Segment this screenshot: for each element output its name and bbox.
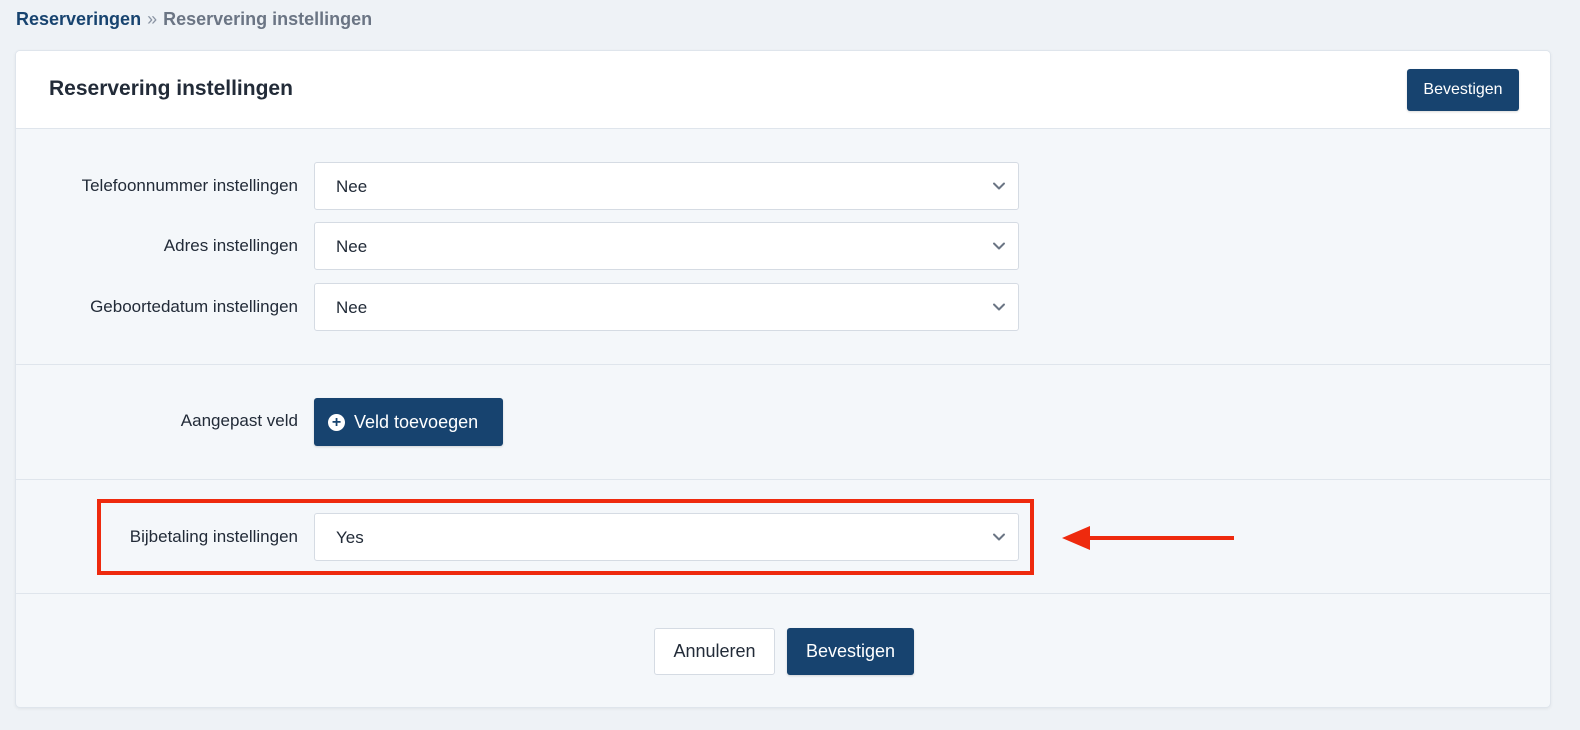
confirm-button[interactable]: Bevestigen — [787, 628, 914, 675]
birthdate-settings-row: Geboortedatum instellingen Nee — [16, 283, 1550, 331]
chevron-down-icon — [993, 242, 1005, 250]
breadcrumb: Reserveringen » Reservering instellingen — [16, 8, 372, 30]
birthdate-settings-select[interactable]: Nee — [314, 283, 1019, 331]
settings-card: Reservering instellingen Bevestigen Tele… — [15, 50, 1551, 708]
birthdate-settings-label: Geboortedatum instellingen — [90, 297, 298, 316]
chevron-down-icon — [993, 303, 1005, 311]
plus-circle-icon: + — [328, 413, 345, 431]
breadcrumb-separator: » — [147, 9, 158, 29]
contact-settings-section: Telefoonnummer instellingen Nee Adres in… — [16, 129, 1550, 365]
header-confirm-button[interactable]: Bevestigen — [1407, 69, 1519, 111]
annotation-arrow-icon — [1062, 526, 1234, 550]
surcharge-settings-row: Bijbetaling instellingen Yes — [16, 513, 1550, 561]
card-header: Reservering instellingen Bevestigen — [16, 51, 1550, 129]
custom-field-section: Aangepast veld + Veld toevoegen — [16, 365, 1550, 480]
chevron-down-icon — [993, 533, 1005, 541]
breadcrumb-current: Reservering instellingen — [163, 9, 373, 29]
phone-settings-value: Nee — [336, 177, 368, 196]
phone-settings-row: Telefoonnummer instellingen Nee — [16, 162, 1550, 210]
address-settings-label: Adres instellingen — [163, 236, 298, 255]
phone-settings-select[interactable]: Nee — [314, 162, 1019, 210]
surcharge-settings-label: Bijbetaling instellingen — [129, 527, 298, 546]
address-settings-value: Nee — [336, 237, 368, 256]
add-field-button-label: Veld toevoegen — [354, 411, 479, 432]
birthdate-settings-value: Nee — [336, 298, 368, 317]
phone-settings-label: Telefoonnummer instellingen — [81, 176, 298, 195]
address-settings-select[interactable]: Nee — [314, 222, 1019, 270]
chevron-down-icon — [993, 182, 1005, 190]
surcharge-settings-value: Yes — [336, 528, 364, 547]
custom-field-label: Aangepast veld — [180, 411, 298, 430]
page-title: Reservering instellingen — [49, 77, 293, 100]
surcharge-settings-select[interactable]: Yes — [314, 513, 1019, 561]
surcharge-section: Bijbetaling instellingen Yes — [16, 480, 1550, 594]
cancel-button[interactable]: Annuleren — [654, 628, 775, 675]
address-settings-row: Adres instellingen Nee — [16, 222, 1550, 270]
breadcrumb-link-reserveringen[interactable]: Reserveringen — [16, 9, 141, 29]
add-field-button[interactable]: + Veld toevoegen — [314, 398, 503, 446]
